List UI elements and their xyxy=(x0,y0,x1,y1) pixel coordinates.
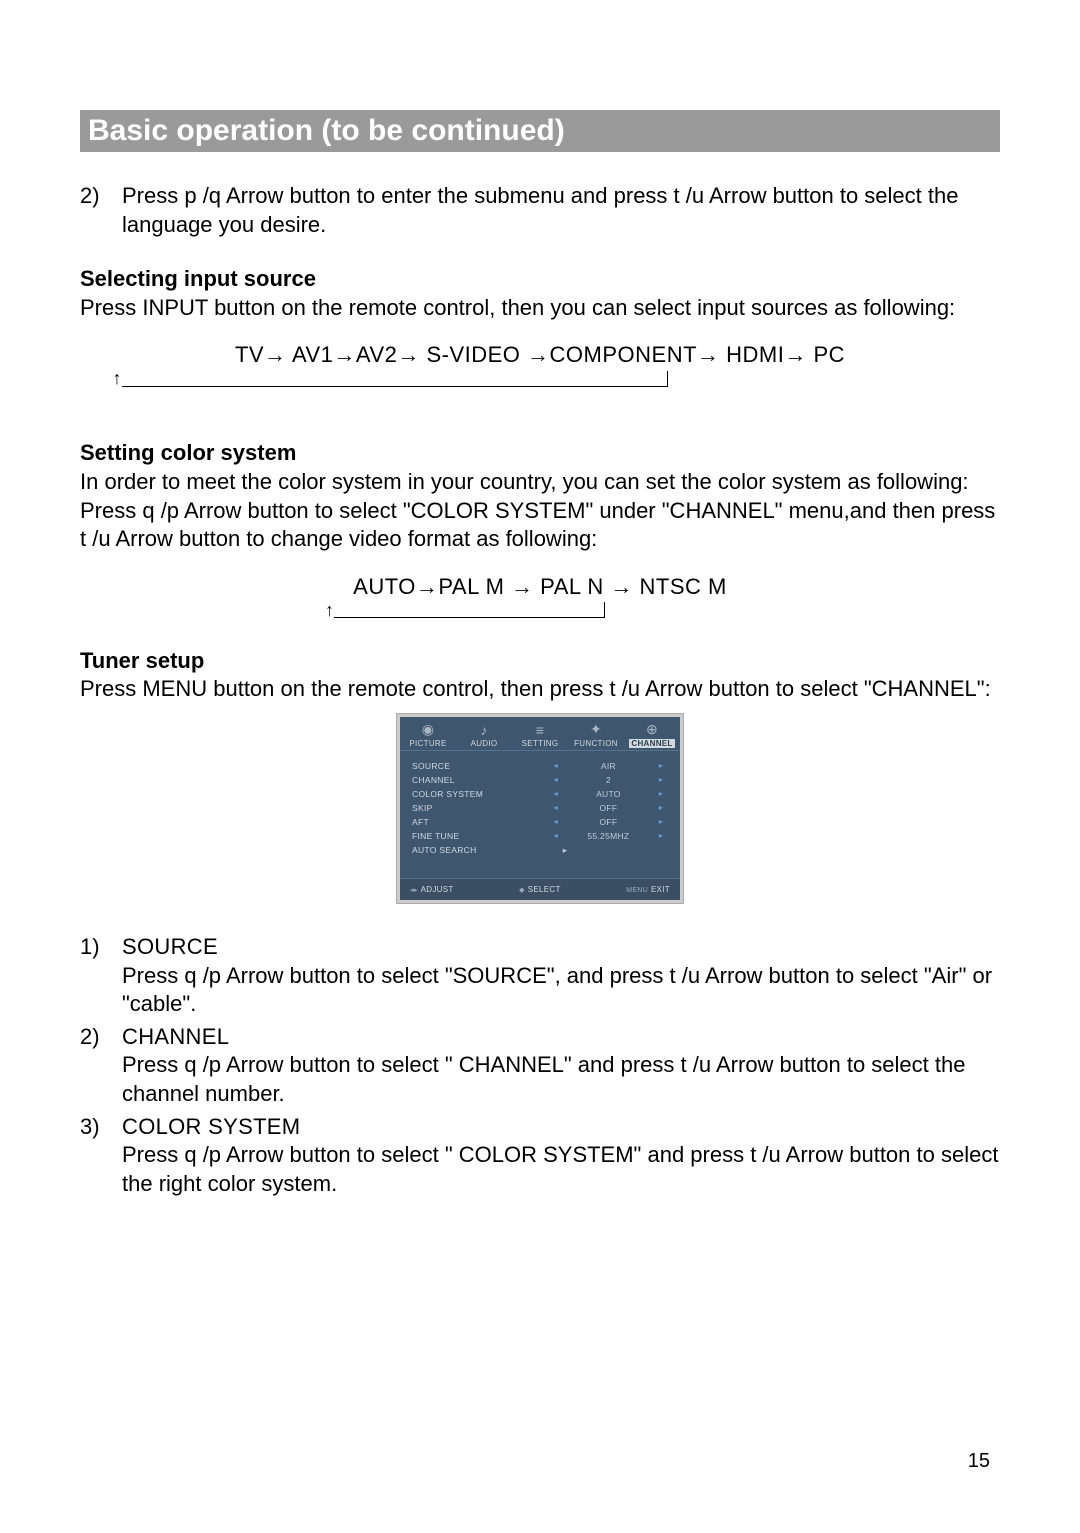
triangle-left-icon: ◂ xyxy=(549,775,563,784)
osd-row: SOURCE ◂ AIR ▸ xyxy=(412,759,668,773)
osd-row: AUTO SEARCH ▸ xyxy=(412,843,668,858)
row-value: AUTO xyxy=(563,789,654,799)
row-name: SKIP xyxy=(412,803,549,813)
text-input-source: Press INPUT button on the remote control… xyxy=(80,294,1000,323)
item-body: Press q /p Arrow button to select "SOURC… xyxy=(122,962,1000,1019)
row-value: OFF xyxy=(563,803,654,813)
triangle-left-icon: ◂ xyxy=(549,789,563,798)
triangle-left-icon: ◂ xyxy=(549,803,563,812)
audio-icon: ♪ xyxy=(456,721,512,739)
triangle-right-icon: ▸ xyxy=(654,817,668,826)
tab-label: AUDIO xyxy=(456,739,512,748)
tab-label: CHANNEL xyxy=(629,739,674,748)
row-name: AFT xyxy=(412,817,549,827)
osd-row: AFT ◂ OFF ▸ xyxy=(412,815,668,829)
osd-tab-audio: ♪ AUDIO xyxy=(456,717,512,750)
triangle-right-icon: ▸ xyxy=(654,761,668,770)
step-2: 2) Press p /q Arrow button to enter the … xyxy=(80,182,1000,239)
item-number: 1) xyxy=(80,933,122,962)
step-number: 2) xyxy=(80,182,122,211)
list-item: 2) CHANNEL Press q /p Arrow button to se… xyxy=(80,1023,1000,1109)
triangle-right-icon: ▸ xyxy=(654,803,668,812)
row-value: 55.25MHZ xyxy=(563,831,654,841)
triangle-right-icon: ▸ xyxy=(654,775,668,784)
picture-icon: ◉ xyxy=(400,721,456,739)
numbered-list: 1) SOURCE Press q /p Arrow button to sel… xyxy=(80,933,1000,1198)
osd-row: SKIP ◂ OFF ▸ xyxy=(412,801,668,815)
function-icon: ✦ xyxy=(568,721,624,739)
tab-label: SETTING xyxy=(512,739,568,748)
row-name: SOURCE xyxy=(412,761,549,771)
row-name: AUTO SEARCH xyxy=(412,845,549,855)
heading-color-system: Setting color system xyxy=(80,439,1000,468)
text-tuner-setup: Press MENU button on the remote control,… xyxy=(80,675,1000,704)
row-name: FINE TUNE xyxy=(412,831,549,841)
row-value: 2 xyxy=(563,775,654,785)
flow-loopback: ↑ xyxy=(80,368,1000,389)
manual-page: Basic operation (to be continued) 2) Pre… xyxy=(0,0,1080,1533)
triangle-left-icon: ◂ xyxy=(549,831,563,840)
text-color-system: In order to meet the color system in you… xyxy=(80,468,1000,554)
row-name: COLOR SYSTEM xyxy=(412,789,549,799)
osd-tab-channel: ⊕ CHANNEL xyxy=(624,717,680,750)
triangle-left-icon: ◂ xyxy=(549,817,563,826)
osd-row: COLOR SYSTEM ◂ AUTO ▸ xyxy=(412,787,668,801)
osd-tab-setting: ≡ SETTING xyxy=(512,717,568,750)
heading-input-source: Selecting input source xyxy=(80,265,1000,294)
flow-text: AUTO→PAL M → PAL N → NTSC M xyxy=(80,574,1000,600)
osd-row: CHANNEL ◂ 2 ▸ xyxy=(412,773,668,787)
footer-adjust: ◂▸ADJUST xyxy=(410,885,454,894)
osd-row: FINE TUNE ◂ 55.25MHZ ▸ xyxy=(412,829,668,843)
menu-key: MENU xyxy=(626,887,648,894)
page-title: Basic operation (to be continued) xyxy=(80,110,1000,152)
osd-tab-function: ✦ FUNCTION xyxy=(568,717,624,750)
flow-text: TV→ AV1→AV2→ S-VIDEO →COMPONENT→ HDMI→ P… xyxy=(80,342,1000,368)
osd-tab-picture: ◉ PICTURE xyxy=(400,717,456,750)
row-value: AIR xyxy=(563,761,654,771)
flow-loopback: ↑ xyxy=(80,600,1000,621)
osd-footer: ◂▸ADJUST ◆SELECT MENUEXIT xyxy=(400,878,680,900)
row-value: ▸ xyxy=(563,845,654,856)
item-number: 3) xyxy=(80,1113,122,1142)
item-body: Press q /p Arrow button to select " COLO… xyxy=(122,1141,1000,1198)
row-value: OFF xyxy=(563,817,654,827)
item-number: 2) xyxy=(80,1023,122,1052)
heading-tuner-setup: Tuner setup xyxy=(80,647,1000,676)
arrow-up-icon: ↑ xyxy=(113,368,122,389)
color-system-flow: AUTO→PAL M → PAL N → NTSC M ↑ xyxy=(80,574,1000,621)
row-name: CHANNEL xyxy=(412,775,549,785)
step-text: Press p /q Arrow button to enter the sub… xyxy=(122,182,1000,239)
list-item: 3) COLOR SYSTEM Press q /p Arrow button … xyxy=(80,1113,1000,1199)
input-source-flow: TV→ AV1→AV2→ S-VIDEO →COMPONENT→ HDMI→ P… xyxy=(80,342,1000,389)
item-head: COLOR SYSTEM xyxy=(122,1113,1000,1142)
item-head: SOURCE xyxy=(122,933,1000,962)
lr-icon: ◂▸ xyxy=(410,887,418,894)
triangle-right-icon: ▸ xyxy=(654,831,668,840)
setting-icon: ≡ xyxy=(512,721,568,739)
footer-exit: MENUEXIT xyxy=(626,885,670,894)
item-body: Press q /p Arrow button to select " CHAN… xyxy=(122,1051,1000,1108)
triangle-left-icon: ◂ xyxy=(549,761,563,770)
triangle-right-icon: ▸ xyxy=(654,789,668,798)
osd-tab-bar: ◉ PICTURE ♪ AUDIO ≡ SETTING ✦ FUNCTION ⊕… xyxy=(400,717,680,751)
channel-icon: ⊕ xyxy=(624,721,680,739)
item-head: CHANNEL xyxy=(122,1023,1000,1052)
osd-rows: SOURCE ◂ AIR ▸ CHANNEL ◂ 2 ▸ COLOR SYSTE… xyxy=(400,751,680,878)
list-item: 1) SOURCE Press q /p Arrow button to sel… xyxy=(80,933,1000,1019)
tab-label: PICTURE xyxy=(400,739,456,748)
page-number: 15 xyxy=(968,1450,990,1473)
ud-icon: ◆ xyxy=(519,887,525,894)
tab-label: FUNCTION xyxy=(568,739,624,748)
osd-menu: ◉ PICTURE ♪ AUDIO ≡ SETTING ✦ FUNCTION ⊕… xyxy=(397,714,683,903)
footer-select: ◆SELECT xyxy=(519,885,561,894)
arrow-up-icon: ↑ xyxy=(325,600,334,621)
